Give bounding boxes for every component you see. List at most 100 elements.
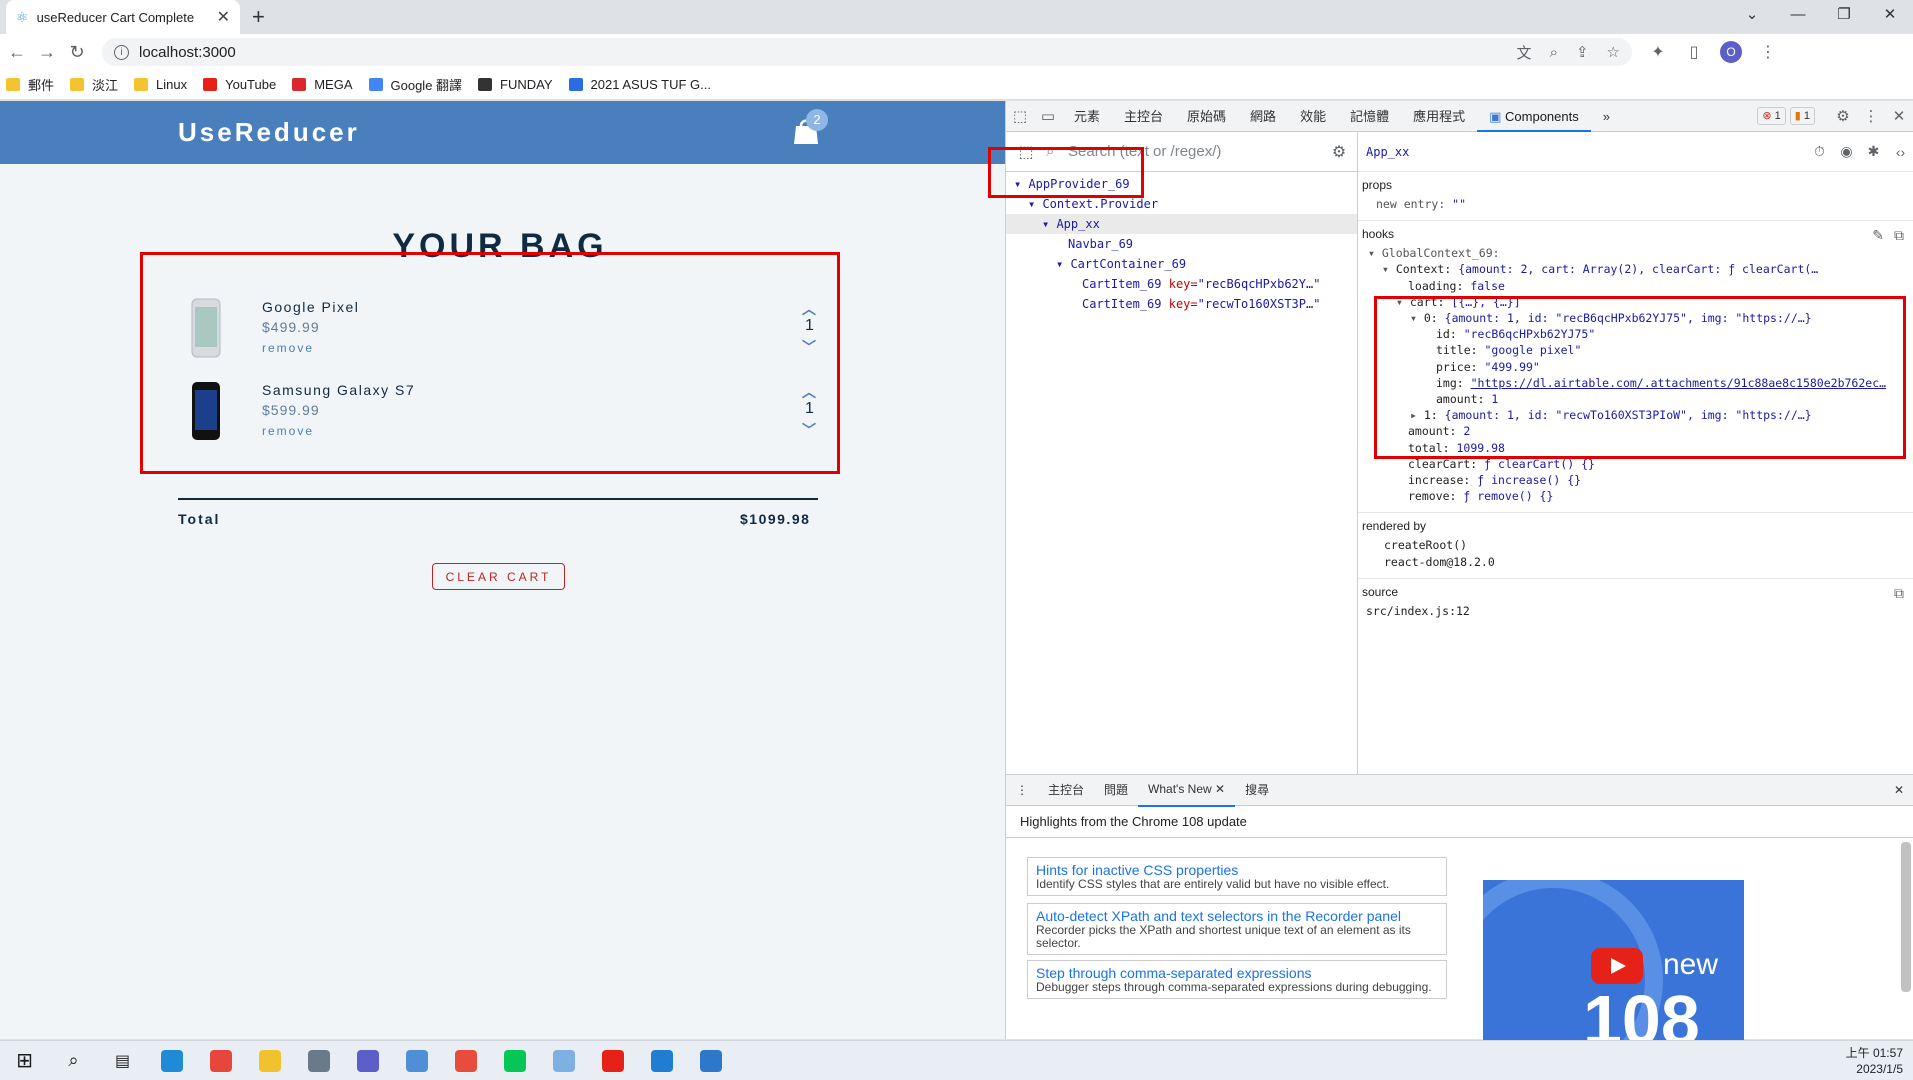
whats-new-card[interactable]: Step through comma-separated expressions… bbox=[1027, 960, 1447, 999]
edge-icon[interactable] bbox=[147, 1041, 196, 1080]
chrome-icon[interactable] bbox=[196, 1041, 245, 1080]
inspect-element-icon[interactable]: ⬚ bbox=[1006, 101, 1034, 132]
hook-line[interactable]: id: "recB6qcHPxb62YJ75" bbox=[1362, 326, 1913, 342]
edit-wand-icon[interactable]: ✎ bbox=[1872, 227, 1884, 244]
tree-node[interactable]: ▾ Context.Provider bbox=[1006, 194, 1357, 214]
reload-icon[interactable]: ↻ bbox=[62, 42, 92, 63]
bookmark-item[interactable]: 2021 ASUS TUF G... bbox=[568, 77, 711, 92]
error-count-badge[interactable]: ⊗ 1 bbox=[1757, 107, 1786, 125]
tab-elements[interactable]: 元素 bbox=[1062, 101, 1112, 132]
increase-chevron-up-icon[interactable]: ︿ bbox=[802, 299, 816, 319]
card-title[interactable]: Auto-detect XPath and text selectors in … bbox=[1036, 908, 1438, 924]
copy-icon[interactable]: ⧉ bbox=[1894, 227, 1904, 244]
tree-node[interactable]: CartItem_69 key="recB6qcHPxb62Y…" bbox=[1006, 274, 1357, 294]
drawer-tab-whats-new[interactable]: What's New ✕ bbox=[1138, 774, 1236, 807]
bookmark-item[interactable]: 郵件 bbox=[6, 75, 54, 94]
bookmark-item[interactable]: Linux bbox=[134, 77, 187, 92]
file-explorer-icon[interactable] bbox=[245, 1041, 294, 1080]
new-tab-button[interactable]: + bbox=[252, 6, 265, 28]
eye-icon[interactable]: ◉ bbox=[1833, 143, 1860, 160]
calculator-icon[interactable] bbox=[294, 1041, 343, 1080]
tab-memory[interactable]: 記憶體 bbox=[1338, 101, 1401, 132]
timer-icon[interactable]: ⏱ bbox=[1806, 143, 1833, 160]
close-devtools-icon[interactable]: ✕ bbox=[1885, 101, 1913, 132]
tree-node[interactable]: ▾ AppProvider_69 bbox=[1006, 174, 1357, 194]
share-icon[interactable]: ⇪ bbox=[1576, 43, 1589, 61]
clear-cart-button[interactable]: CLEAR CART bbox=[432, 563, 565, 590]
paint-icon[interactable] bbox=[441, 1041, 490, 1080]
remove-button[interactable]: remove bbox=[262, 424, 314, 438]
hook-line[interactable]: increase: ƒ increase() {} bbox=[1362, 472, 1913, 488]
card-title[interactable]: Hints for inactive CSS properties bbox=[1036, 862, 1438, 878]
remove-button[interactable]: remove bbox=[262, 341, 314, 355]
teams-icon[interactable] bbox=[343, 1041, 392, 1080]
whats-new-card[interactable]: Auto-detect XPath and text selectors in … bbox=[1027, 903, 1447, 955]
back-icon[interactable]: ← bbox=[2, 42, 32, 63]
tree-node[interactable]: CartItem_69 key="recwTo160XST3P…" bbox=[1006, 294, 1357, 314]
profile-avatar[interactable]: O bbox=[1720, 41, 1742, 63]
copy-source-icon[interactable]: ⧉ bbox=[1894, 585, 1904, 602]
restore-button[interactable]: ❐ bbox=[1821, 0, 1867, 34]
paint3d-icon[interactable] bbox=[539, 1041, 588, 1080]
device-toolbar-icon[interactable]: ▭ bbox=[1034, 101, 1062, 132]
zoom-icon[interactable]: ⌕ bbox=[1550, 44, 1558, 61]
task-view-icon[interactable]: ▤ bbox=[98, 1041, 147, 1080]
side-panel-icon[interactable]: ▯ bbox=[1676, 42, 1712, 62]
hook-line[interactable]: amount: 1 bbox=[1362, 391, 1913, 407]
hook-line[interactable]: ▾ cart: [{…}, {…}] bbox=[1362, 294, 1913, 310]
youtube-music-icon[interactable] bbox=[588, 1041, 637, 1080]
tab-sources[interactable]: 原始碼 bbox=[1175, 101, 1238, 132]
tab-performance[interactable]: 效能 bbox=[1288, 101, 1338, 132]
tab-console[interactable]: 主控台 bbox=[1112, 101, 1175, 132]
bookmark-item[interactable]: Google 翻譯 bbox=[368, 75, 462, 94]
bug-icon[interactable]: ✱ bbox=[1860, 143, 1887, 160]
bookmark-item[interactable]: 淡江 bbox=[70, 75, 118, 94]
tab-application[interactable]: 應用程式 bbox=[1401, 101, 1477, 132]
close-tab-icon[interactable]: ✕ bbox=[217, 7, 230, 27]
drawer-menu-icon[interactable]: ⋮ bbox=[1006, 775, 1038, 806]
drawer-tab-console[interactable]: 主控台 bbox=[1038, 775, 1094, 806]
forward-icon[interactable]: → bbox=[32, 42, 62, 63]
tab-search-icon[interactable]: ⌄ bbox=[1729, 0, 1775, 34]
select-element-icon[interactable]: ⬚ bbox=[1006, 142, 1046, 162]
more-tabs-button[interactable]: » bbox=[1591, 101, 1622, 132]
increase-chevron-up-icon[interactable]: ︿ bbox=[802, 382, 816, 402]
bookmark-item[interactable]: MEGA bbox=[292, 77, 353, 92]
hook-line[interactable]: img: "https://dl.airtable.com/.attachmen… bbox=[1362, 375, 1913, 391]
whats-new-card[interactable]: Hints for inactive CSS properties Identi… bbox=[1027, 857, 1447, 896]
close-window-button[interactable]: ✕ bbox=[1867, 0, 1913, 34]
hook-link-value[interactable]: "https://dl.airtable.com/.attachments/91… bbox=[1471, 376, 1886, 390]
photos-icon[interactable] bbox=[686, 1041, 735, 1080]
hook-line[interactable]: ▾ 0: {amount: 1, id: "recB6qcHPxb62YJ75"… bbox=[1362, 310, 1913, 326]
tree-node[interactable]: ▾ CartContainer_69 bbox=[1006, 254, 1357, 274]
taskbar-search-icon[interactable]: ⌕ bbox=[49, 1041, 98, 1080]
more-options-icon[interactable]: ⋮ bbox=[1857, 101, 1885, 132]
hook-line[interactable]: remove: ƒ remove() {} bbox=[1362, 488, 1913, 504]
hook-line[interactable]: ▸ 1: {amount: 1, id: "recwTo160XST3PIoW"… bbox=[1362, 407, 1913, 423]
bookmark-item[interactable]: YouTube bbox=[203, 77, 276, 92]
translate-icon[interactable]: 文 bbox=[1517, 42, 1532, 63]
tree-node-selected[interactable]: ▾ App_xx bbox=[1006, 214, 1357, 234]
source-location[interactable]: src/index.js:12 bbox=[1362, 603, 1913, 619]
notepad-icon[interactable] bbox=[392, 1041, 441, 1080]
browser-tab[interactable]: ⚛ useReducer Cart Complete ✕ bbox=[6, 0, 240, 34]
decrease-chevron-down-icon[interactable]: ﹀ bbox=[802, 337, 816, 357]
menu-icon[interactable]: ⋮ bbox=[1750, 42, 1786, 62]
hook-line[interactable]: total: 1099.98 bbox=[1362, 440, 1913, 456]
tab-components[interactable]: ▣ Components bbox=[1477, 101, 1591, 132]
tree-node[interactable]: Navbar_69 bbox=[1006, 234, 1357, 254]
card-title[interactable]: Step through comma-separated expressions bbox=[1036, 965, 1438, 981]
settings-gear-icon[interactable]: ⚙ bbox=[1829, 101, 1857, 132]
close-drawer-icon[interactable]: ✕ bbox=[1884, 775, 1913, 806]
vscode-icon[interactable] bbox=[637, 1041, 686, 1080]
hook-line[interactable]: clearCart: ƒ clearCart() {} bbox=[1362, 456, 1913, 472]
address-bar[interactable]: i localhost:3000 文 ⌕ ⇪ ☆ bbox=[102, 38, 1632, 66]
drawer-tab-issues[interactable]: 問題 bbox=[1094, 775, 1138, 806]
hook-line[interactable]: ▾ Context: {amount: 2, cart: Array(2), c… bbox=[1362, 261, 1913, 277]
tree-settings-icon[interactable]: ⚙ bbox=[1321, 142, 1357, 162]
drawer-scrollbar[interactable] bbox=[1901, 842, 1911, 992]
minimize-button[interactable]: — bbox=[1775, 0, 1821, 34]
hook-line[interactable]: price: "499.99" bbox=[1362, 359, 1913, 375]
hook-line[interactable]: loading: false bbox=[1362, 278, 1913, 294]
hook-line[interactable]: ▾ GlobalContext_69: bbox=[1362, 245, 1913, 261]
